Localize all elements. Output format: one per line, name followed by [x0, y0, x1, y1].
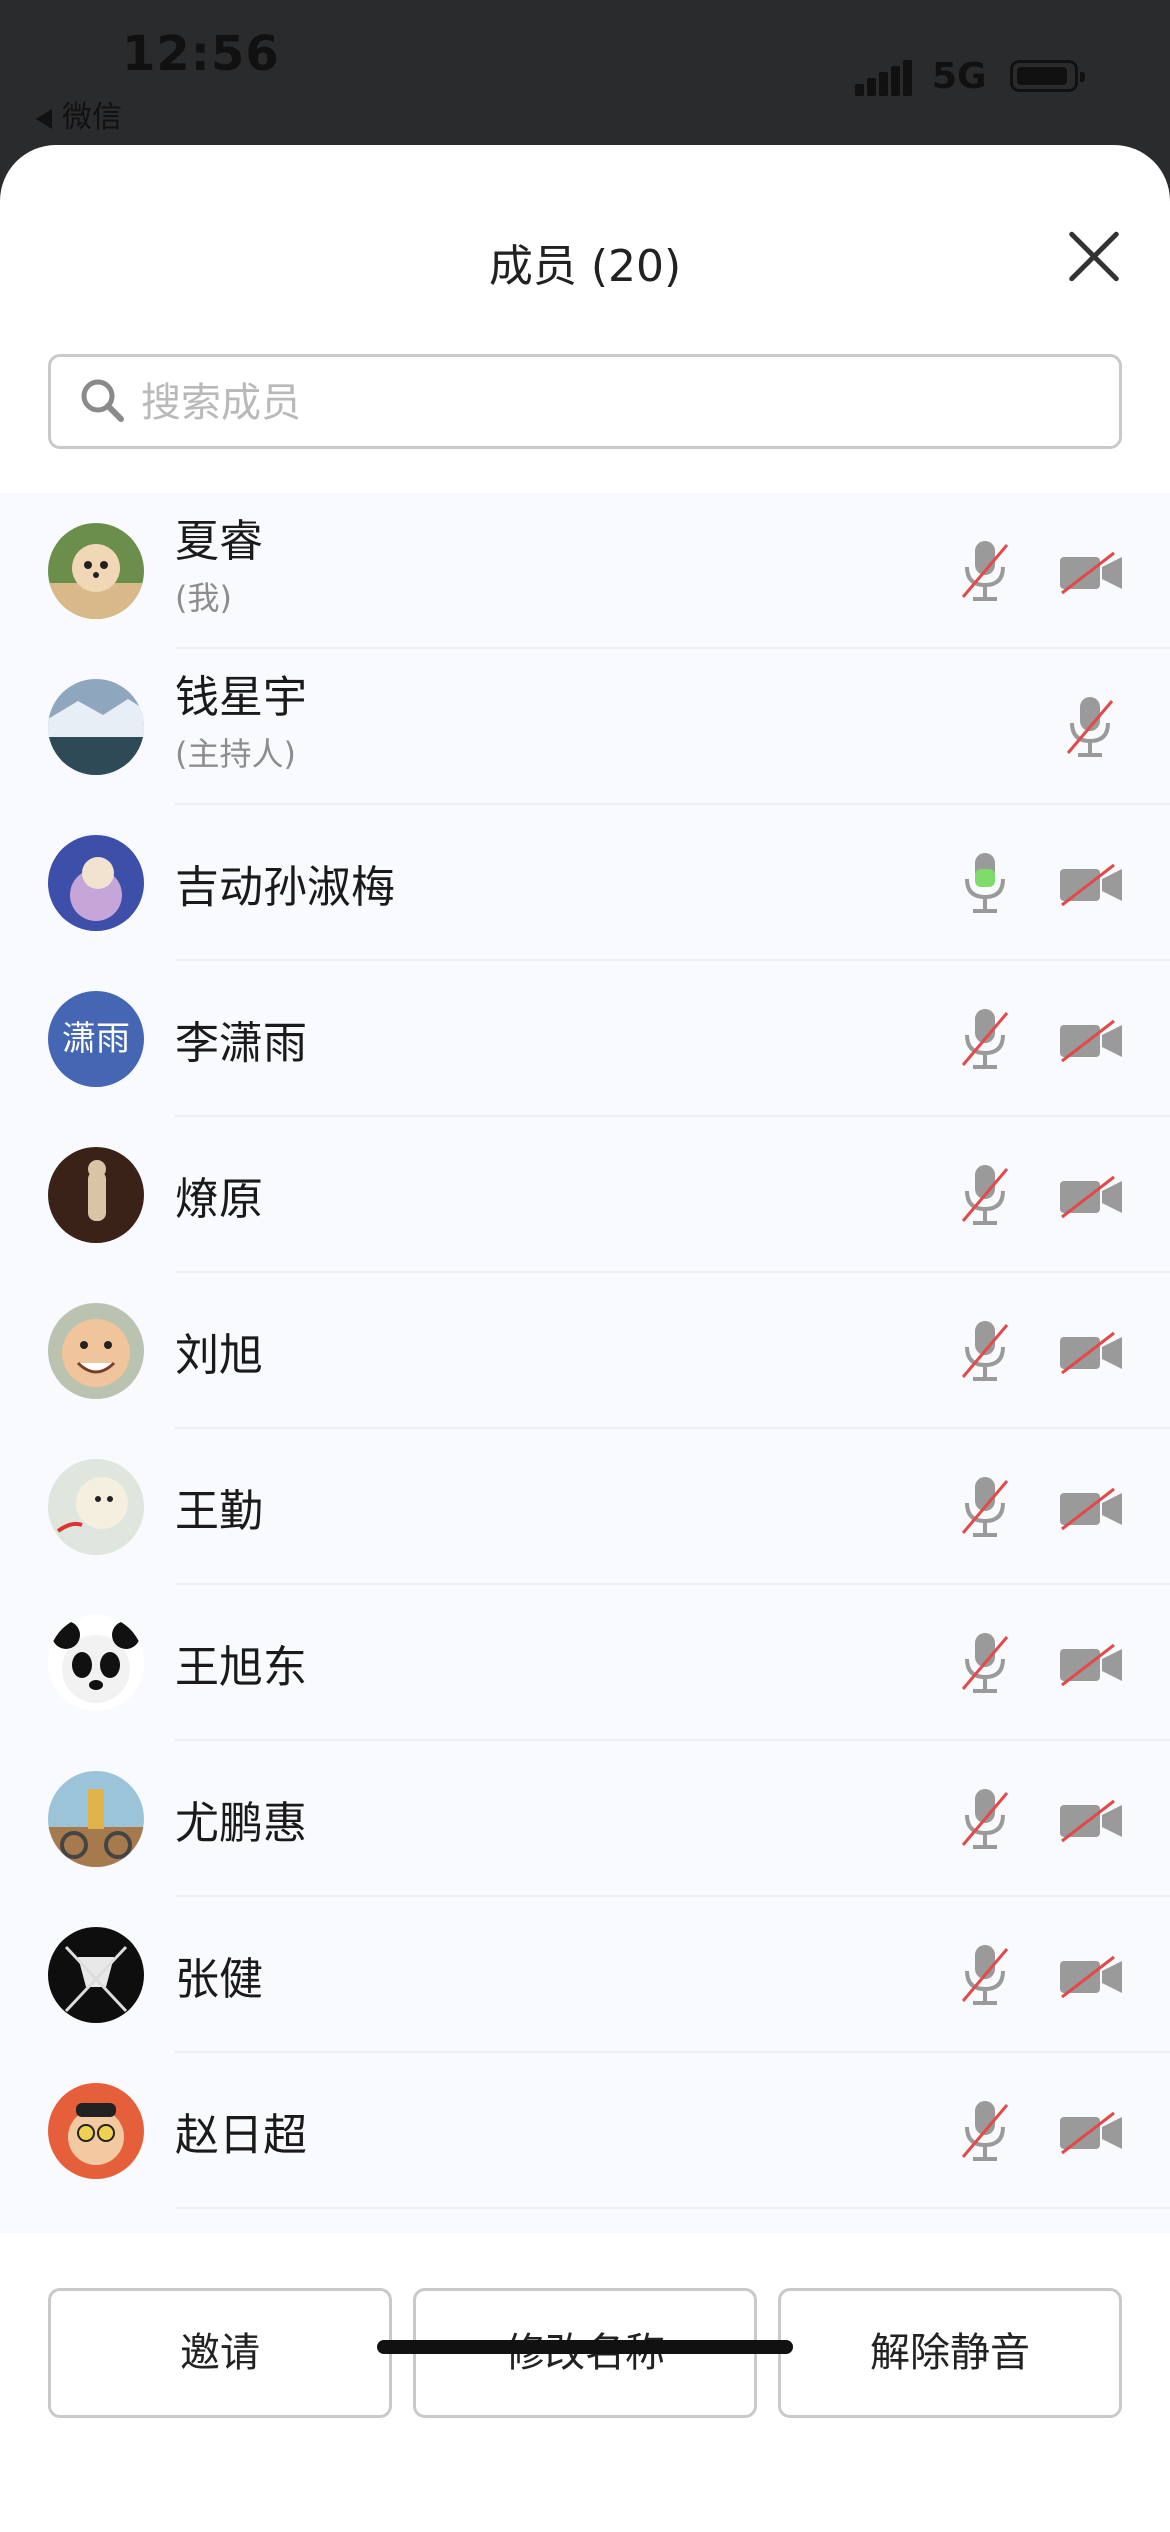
member-row[interactable]: 尤鹏惠 [0, 1741, 1170, 1897]
member-row[interactable]: 王勤 [0, 1429, 1170, 1585]
member-list: 夏睿 (我) 钱星宇 (主持人) 吉动孙淑梅 潇雨 李潇雨 燎原 刘旭 王勤 王… [0, 493, 1170, 2233]
avatar [48, 523, 144, 619]
camera-off-icon[interactable] [1058, 551, 1124, 595]
back-app-label: 微信 [62, 100, 122, 135]
search-icon [81, 379, 124, 422]
camera-off-icon[interactable] [1058, 1019, 1124, 1063]
avatar [48, 1303, 144, 1399]
member-role: (主持人) [175, 735, 296, 773]
unmute-button[interactable]: 解除静音 [778, 2288, 1122, 2418]
camera-off-icon[interactable] [1058, 863, 1124, 907]
mic-muted-icon[interactable] [955, 1785, 1015, 1853]
mic-muted-icon[interactable] [955, 1317, 1015, 1385]
avatar [48, 835, 144, 931]
member-name: 王旭东 [175, 1642, 307, 1693]
avatar [48, 1615, 144, 1711]
members-sheet: 成员 (20) 夏睿 (我) 钱星宇 (主持人) [0, 145, 1170, 2532]
member-name: 尤鹏惠 [175, 1798, 307, 1849]
member-row[interactable]: 张健 [0, 1897, 1170, 2053]
camera-off-icon[interactable] [1058, 1955, 1124, 1999]
member-row[interactable]: 燎原 [0, 1117, 1170, 1273]
search-box [48, 354, 1122, 449]
member-name: 钱星宇 [175, 672, 307, 723]
search-input[interactable] [139, 357, 1103, 448]
member-row[interactable]: 刘旭 [0, 1273, 1170, 1429]
camera-off-icon[interactable] [1058, 2111, 1124, 2155]
member-name: 吉动孙淑梅 [175, 862, 395, 913]
avatar [48, 1147, 144, 1243]
avatar [48, 679, 144, 775]
home-indicator[interactable] [377, 2340, 793, 2354]
mic-muted-icon[interactable] [955, 1473, 1015, 1541]
mic-muted-icon[interactable] [1060, 693, 1120, 761]
member-role: (我) [175, 579, 232, 617]
member-row[interactable]: 王旭东 [0, 1585, 1170, 1741]
avatar [48, 2083, 144, 2179]
member-row[interactable]: 赵日超 [0, 2053, 1170, 2209]
member-row[interactable]: 钱星宇 (主持人) [0, 649, 1170, 805]
member-name: 李潇雨 [175, 1018, 307, 1069]
camera-off-icon[interactable] [1058, 1643, 1124, 1687]
member-row[interactable]: 夏睿 (我) [0, 493, 1170, 649]
status-bar: 12:56 微信 5G [0, 0, 1170, 145]
avatar [48, 1771, 144, 1867]
member-name: 刘旭 [175, 1330, 263, 1381]
member-name: 燎原 [175, 1174, 263, 1225]
status-time: 12:56 [122, 26, 280, 82]
invite-button[interactable]: 邀请 [48, 2288, 392, 2418]
action-bar: 邀请 修改名称 解除静音 [0, 2233, 1170, 2532]
member-name: 赵日超 [175, 2110, 307, 2161]
battery-icon [1010, 60, 1085, 92]
mic-muted-icon[interactable] [955, 537, 1015, 605]
camera-off-icon[interactable] [1058, 1487, 1124, 1531]
network-type: 5G [932, 56, 987, 97]
back-to-app-link[interactable]: 微信 [36, 92, 122, 136]
sheet-title: 成员 (20) [488, 241, 682, 292]
avatar [48, 1459, 144, 1555]
member-row[interactable]: 吉动孙淑梅 [0, 805, 1170, 961]
back-arrow-icon [36, 108, 52, 129]
mic-muted-icon[interactable] [955, 1629, 1015, 1697]
camera-off-icon[interactable] [1058, 1799, 1124, 1843]
mic-muted-icon[interactable] [955, 2097, 1015, 2165]
mic-muted-icon[interactable] [955, 1941, 1015, 2009]
member-name: 王勤 [175, 1486, 263, 1537]
member-name: 夏睿 [175, 516, 263, 567]
member-name: 张健 [175, 1954, 263, 2005]
camera-off-icon[interactable] [1058, 1331, 1124, 1375]
close-icon[interactable] [1066, 228, 1122, 284]
camera-off-icon[interactable] [1058, 1175, 1124, 1219]
member-row[interactable]: 潇雨 李潇雨 [0, 961, 1170, 1117]
mic-muted-icon[interactable] [955, 1161, 1015, 1229]
mic-active-icon[interactable] [955, 849, 1015, 917]
mic-muted-icon[interactable] [955, 1005, 1015, 1073]
avatar [48, 1927, 144, 2023]
signal-icon [855, 60, 913, 96]
avatar: 潇雨 [48, 991, 144, 1087]
